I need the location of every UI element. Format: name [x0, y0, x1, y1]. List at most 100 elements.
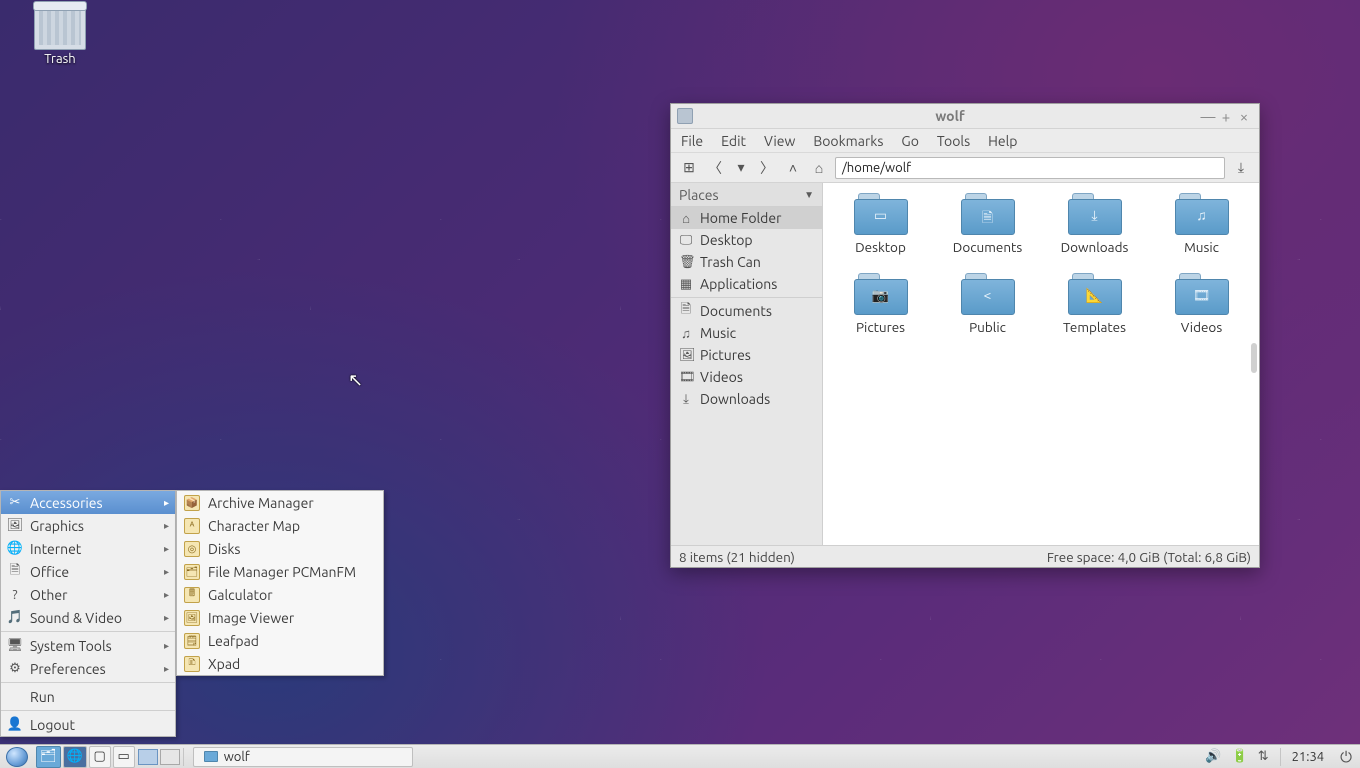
accessories-icon: ✂ — [7, 495, 23, 511]
submenu-item-leafpad[interactable]: 🗒 Leafpad — [177, 629, 383, 652]
folder-public[interactable]: <Public — [940, 273, 1036, 335]
application-menu[interactable]: ✂ Accessories ▸ 🖼 Graphics ▸ 🌐 Internet … — [0, 490, 176, 737]
menu-help[interactable]: Help — [988, 133, 1017, 149]
menu-item-accessories[interactable]: ✂ Accessories ▸ — [1, 491, 175, 514]
workspace-1[interactable] — [138, 749, 158, 765]
menu-item-label: Other — [30, 587, 67, 603]
menu-bookmarks[interactable]: Bookmarks — [813, 133, 883, 149]
menu-item-label: Run — [30, 689, 55, 705]
volume-icon[interactable]: 🔊 — [1205, 749, 1221, 764]
menu-go[interactable]: Go — [901, 133, 918, 149]
folder-label: Downloads — [1047, 239, 1143, 255]
desktop-icon-trash[interactable]: Trash — [24, 6, 96, 66]
file-manager-window[interactable]: wolf — + × File Edit View Bookmarks Go T… — [670, 103, 1260, 568]
new-tab-button[interactable]: ⊞ — [679, 158, 699, 178]
task-button-file-manager[interactable]: wolf — [193, 747, 413, 767]
menu-item-label: Internet — [30, 541, 81, 557]
menu-item-preferences[interactable]: ⚙ Preferences ▸ — [1, 657, 175, 680]
accessories-submenu[interactable]: 📦Archive Manager ᴬCharacter Map ◎Disks 🗂… — [176, 490, 384, 676]
leafpad-icon: 🗒 — [184, 633, 200, 649]
menu-view[interactable]: View — [764, 133, 795, 149]
folder-pictures[interactable]: 📷Pictures — [833, 273, 929, 335]
submenu-item-image-viewer[interactable]: 🖼Image Viewer — [177, 606, 383, 629]
close-button[interactable]: × — [1235, 108, 1253, 125]
menu-item-other[interactable]: ? Other ▸ — [1, 583, 175, 606]
sidebar-item-trash[interactable]: 🗑Trash Can — [671, 251, 822, 273]
menu-item-graphics[interactable]: 🖼 Graphics ▸ — [1, 514, 175, 537]
submenu-arrow-icon: ▸ — [164, 497, 169, 509]
folder-label: Videos — [1154, 319, 1250, 335]
sidebar-item-home[interactable]: ⌂Home Folder — [671, 207, 822, 229]
folder-downloads[interactable]: ⤓Downloads — [1047, 193, 1143, 255]
launcher-file-manager[interactable]: 🗂 — [36, 746, 61, 768]
titlebar[interactable]: wolf — + × — [671, 104, 1259, 129]
workspace-2[interactable] — [160, 749, 180, 765]
forward-button[interactable]: 〉 — [757, 158, 777, 178]
submenu-item-xpad[interactable]: 🗈Xpad — [177, 652, 383, 675]
sidebar-item-pictures[interactable]: 🖼Pictures — [671, 344, 822, 366]
submenu-item-character-map[interactable]: ᴬCharacter Map — [177, 514, 383, 537]
folder-documents[interactable]: 🗎Documents — [940, 193, 1036, 255]
folder-glyph-icon: 📷 — [854, 287, 908, 304]
scrollbar[interactable] — [1251, 343, 1257, 373]
menu-item-system-tools[interactable]: 🖥 System Tools ▸ — [1, 634, 175, 657]
menu-item-label: Accessories — [30, 495, 103, 511]
show-desktop-button[interactable]: ▭ — [113, 746, 135, 768]
submenu-item-label: Leafpad — [208, 633, 259, 649]
statusbar: 8 items (21 hidden) Free space: 4,0 GiB … — [671, 545, 1259, 567]
menu-item-sound-video[interactable]: 🎵 Sound & Video ▸ — [1, 606, 175, 629]
back-button[interactable]: 〈 — [705, 158, 725, 178]
submenu-item-disks[interactable]: ◎Disks — [177, 537, 383, 560]
network-icon[interactable]: ⇅ — [1258, 749, 1269, 764]
downloads-icon: ⤓ — [679, 392, 693, 407]
folder-videos[interactable]: 🎞Videos — [1154, 273, 1250, 335]
folder-templates[interactable]: 📐Templates — [1047, 273, 1143, 335]
launcher-app[interactable]: ▢ — [89, 746, 111, 768]
home-button[interactable]: ⌂ — [809, 158, 829, 178]
battery-icon[interactable]: 🔋 — [1232, 749, 1248, 764]
galculator-icon: 🖩 — [184, 587, 200, 603]
system-tools-icon: 🖥 — [7, 638, 23, 654]
maximize-button[interactable]: + — [1217, 108, 1235, 125]
clock[interactable]: 21:34 — [1284, 750, 1333, 764]
menu-item-internet[interactable]: 🌐 Internet ▸ — [1, 537, 175, 560]
submenu-arrow-icon: ▸ — [164, 589, 169, 601]
sidebar-item-music[interactable]: ♫Music — [671, 322, 822, 344]
power-button[interactable]: ⏻ — [1332, 748, 1360, 766]
menu-item-office[interactable]: 🗎 Office ▸ — [1, 560, 175, 583]
sidebar-item-videos[interactable]: 🎞Videos — [671, 366, 822, 388]
submenu-item-label: Galculator — [208, 587, 273, 603]
folder-icon — [677, 108, 693, 124]
folder-desktop[interactable]: ▭Desktop — [833, 193, 929, 255]
up-button[interactable]: ˄ — [783, 158, 803, 178]
history-button[interactable]: ▾ — [731, 158, 751, 178]
folder-label: Templates — [1047, 319, 1143, 335]
menu-item-logout[interactable]: 👤 Logout — [1, 713, 175, 736]
minimize-button[interactable]: — — [1199, 108, 1217, 125]
submenu-item-archive-manager[interactable]: 📦Archive Manager — [177, 491, 383, 514]
start-menu-button[interactable] — [0, 746, 34, 768]
submenu-item-file-manager[interactable]: 🗂File Manager PCManFM — [177, 560, 383, 583]
trash-icon — [34, 6, 86, 50]
sidebar-item-desktop[interactable]: 🖵Desktop — [671, 229, 822, 251]
folder-music[interactable]: ♫Music — [1154, 193, 1250, 255]
menu-item-label: Sound & Video — [30, 610, 122, 626]
launcher-browser[interactable]: 🌐 — [63, 746, 87, 768]
submenu-arrow-icon: ▸ — [164, 663, 169, 675]
sidebar-header-label: Places — [679, 187, 719, 203]
task-button-label: wolf — [224, 750, 250, 764]
menu-edit[interactable]: Edit — [721, 133, 746, 149]
icon-view[interactable]: ▭Desktop 🗎Documents ⤓Downloads ♫Music 📷P… — [823, 183, 1259, 545]
menu-file[interactable]: File — [681, 133, 703, 149]
sidebar-item-applications[interactable]: ▦Applications — [671, 273, 822, 295]
submenu-item-galculator[interactable]: 🖩 Galculator — [177, 583, 383, 606]
sidebar-item-documents[interactable]: 🗎Documents — [671, 300, 822, 322]
sidebar-header[interactable]: Places ▼ — [671, 183, 822, 207]
sidebar-item-downloads[interactable]: ⤓Downloads — [671, 388, 822, 410]
menubar: File Edit View Bookmarks Go Tools Help — [671, 129, 1259, 153]
menu-item-run[interactable]: Run — [1, 685, 175, 708]
folder-label: Documents — [940, 239, 1036, 255]
go-button[interactable]: ⤓ — [1231, 158, 1251, 178]
path-entry[interactable]: /home/wolf — [835, 157, 1225, 179]
menu-tools[interactable]: Tools — [937, 133, 970, 149]
